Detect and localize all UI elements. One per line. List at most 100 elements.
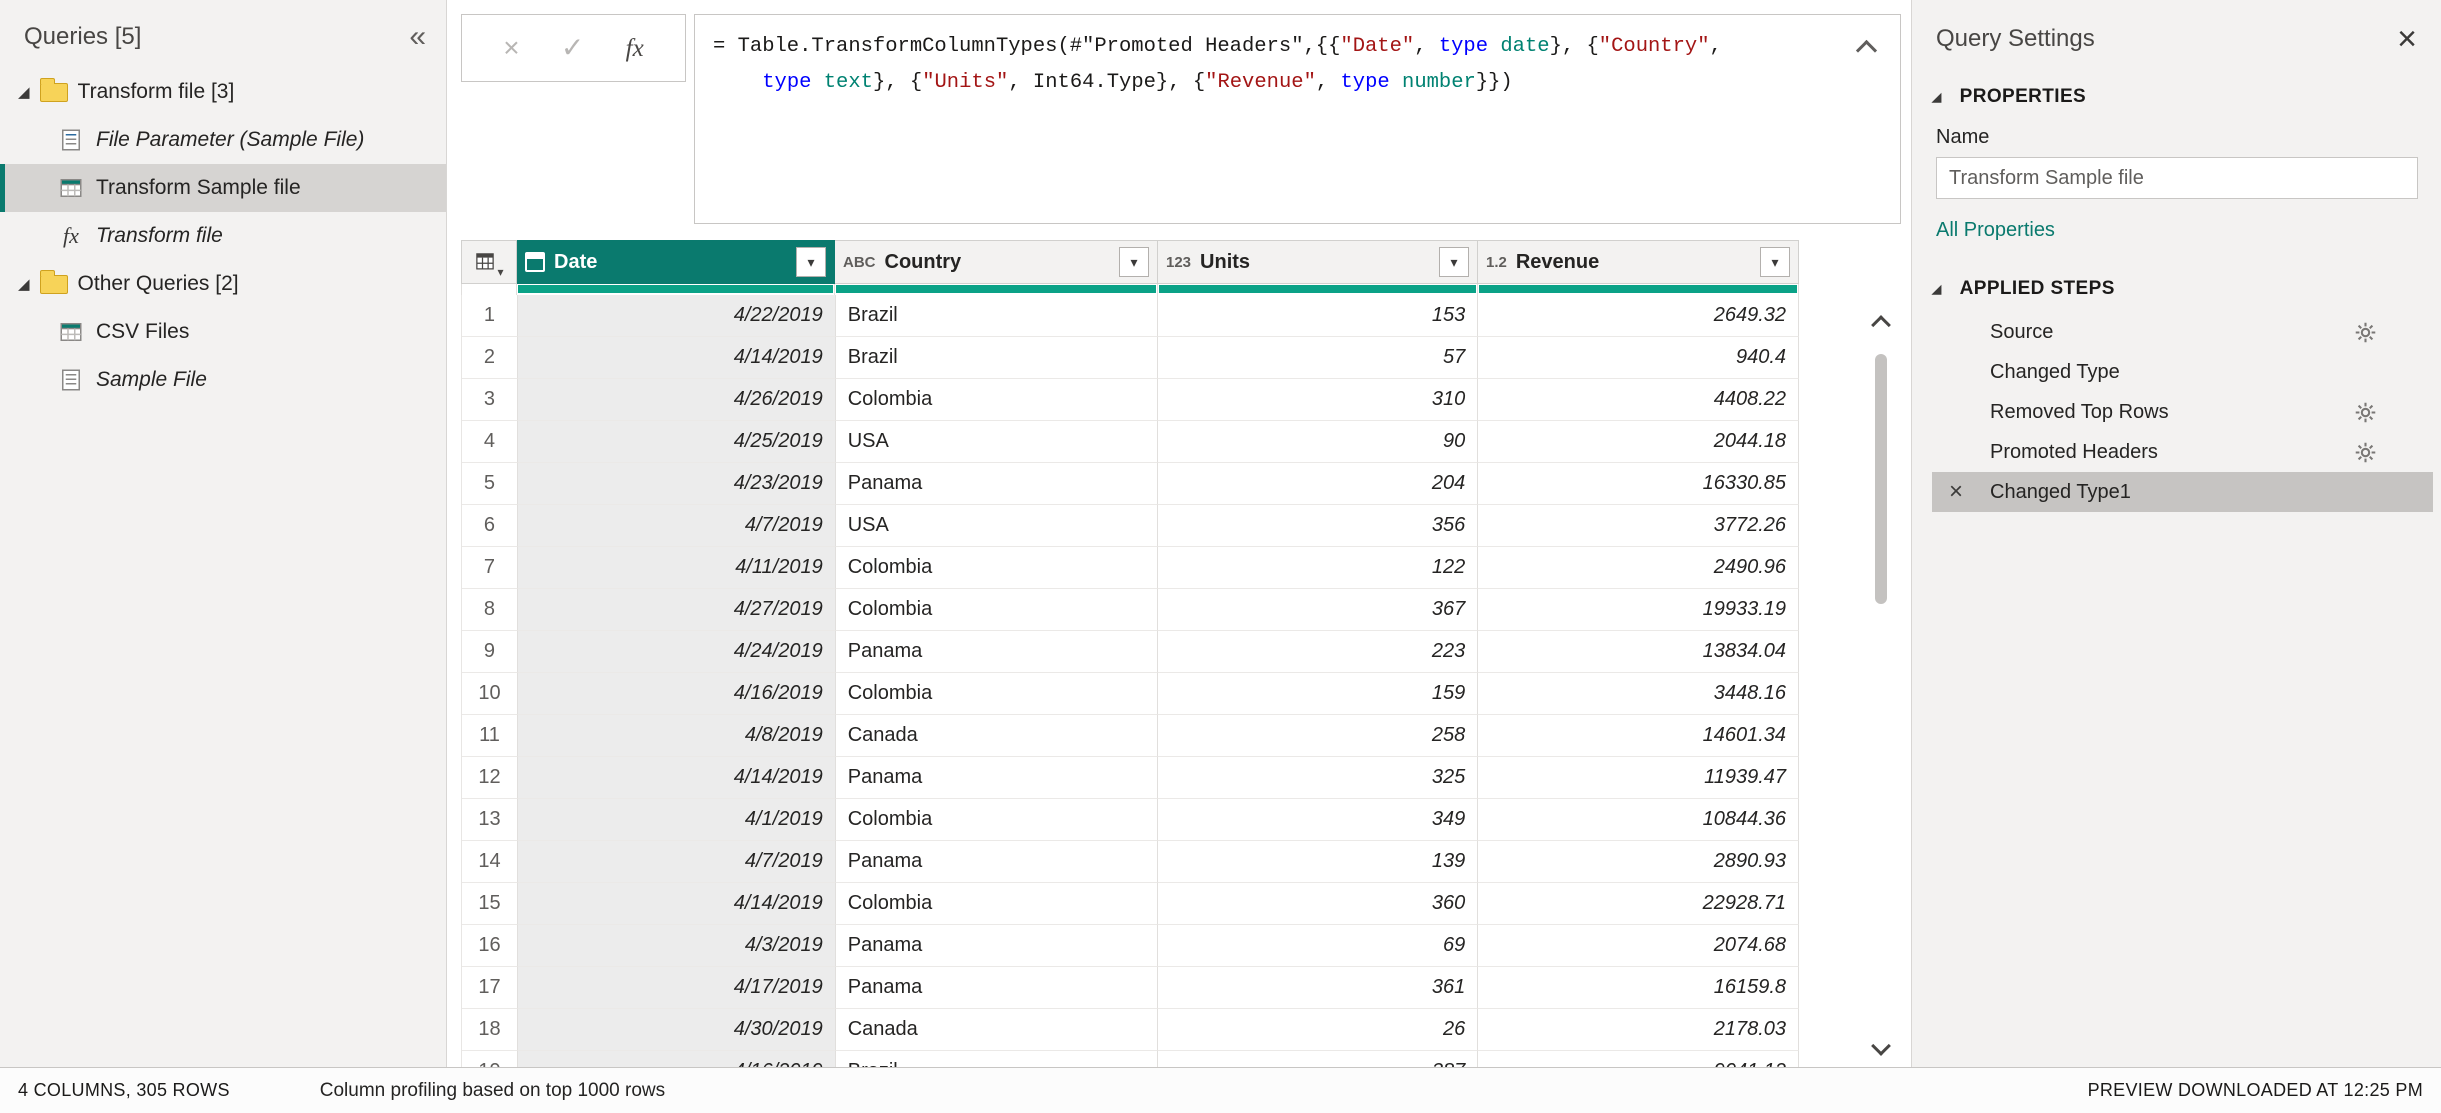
query-group-header[interactable]: ◢Other Queries [2] <box>0 260 446 308</box>
cell-date[interactable]: 4/17/2019 <box>518 967 836 1009</box>
row-number[interactable]: 5 <box>462 463 518 505</box>
applied-step[interactable]: Removed Top Rows <box>1932 392 2433 432</box>
cell-revenue[interactable]: 19933.19 <box>1478 589 1799 631</box>
cell-date[interactable]: 4/3/2019 <box>518 925 836 967</box>
column-header-country[interactable]: ABCCountry▾ <box>835 240 1158 284</box>
cell-date[interactable]: 4/25/2019 <box>518 421 836 463</box>
cell-units[interactable]: 310 <box>1158 379 1478 421</box>
row-number[interactable]: 6 <box>462 505 518 547</box>
cell-revenue[interactable]: 2890.93 <box>1478 841 1799 883</box>
cell-revenue[interactable]: 2178.03 <box>1478 1009 1799 1051</box>
cell-date[interactable]: 4/23/2019 <box>518 463 836 505</box>
applied-steps-section-header[interactable]: ◢ APPLIED STEPS <box>1912 266 2441 308</box>
row-number[interactable]: 13 <box>462 799 518 841</box>
cell-units[interactable]: 360 <box>1158 883 1478 925</box>
applied-step[interactable]: Promoted Headers <box>1932 432 2433 472</box>
cell-country[interactable]: Canada <box>836 1009 1159 1051</box>
cell-units[interactable]: 69 <box>1158 925 1478 967</box>
cell-revenue[interactable]: 3772.26 <box>1478 505 1799 547</box>
cell-revenue[interactable]: 2649.32 <box>1478 295 1799 337</box>
query-item[interactable]: Sample File <box>0 356 446 404</box>
cell-date[interactable]: 4/1/2019 <box>518 799 836 841</box>
formula-commit-button[interactable]: ✓ <box>561 34 584 62</box>
cell-country[interactable]: Colombia <box>836 547 1159 589</box>
row-number[interactable]: 17 <box>462 967 518 1009</box>
row-number[interactable]: 3 <box>462 379 518 421</box>
query-group-header[interactable]: ◢Transform file [3] <box>0 68 446 116</box>
cell-country[interactable]: Colombia <box>836 589 1159 631</box>
status-profiling-text[interactable]: Column profiling based on top 1000 rows <box>320 1080 665 1102</box>
cell-units[interactable]: 122 <box>1158 547 1478 589</box>
step-settings-gear-icon[interactable] <box>2354 441 2377 464</box>
row-number[interactable]: 11 <box>462 715 518 757</box>
collapse-pane-icon[interactable]: « <box>409 22 426 52</box>
query-item[interactable]: fxTransform file <box>0 212 446 260</box>
cell-revenue[interactable]: 2044.18 <box>1478 421 1799 463</box>
all-properties-link[interactable]: All Properties <box>1936 219 2055 242</box>
cell-date[interactable]: 4/14/2019 <box>518 883 836 925</box>
cell-date[interactable]: 4/30/2019 <box>518 1009 836 1051</box>
expand-collapse-icon[interactable]: ◢ <box>18 85 30 100</box>
cell-units[interactable]: 139 <box>1158 841 1478 883</box>
cell-country[interactable]: Brazil <box>836 1051 1159 1067</box>
cell-units[interactable]: 349 <box>1158 799 1478 841</box>
cell-country[interactable]: Panama <box>836 925 1159 967</box>
cell-units[interactable]: 367 <box>1158 589 1478 631</box>
step-settings-gear-icon[interactable] <box>2354 321 2377 344</box>
cell-revenue[interactable]: 11939.47 <box>1478 757 1799 799</box>
cell-units[interactable]: 204 <box>1158 463 1478 505</box>
formula-cancel-button[interactable]: × <box>503 34 519 62</box>
query-item[interactable]: File Parameter (Sample File) <box>0 116 446 164</box>
filter-dropdown-button[interactable]: ▾ <box>796 247 826 277</box>
scrollbar-thumb[interactable] <box>1875 354 1887 604</box>
row-number[interactable]: 4 <box>462 421 518 463</box>
applied-step[interactable]: Source <box>1932 312 2433 352</box>
query-item[interactable]: CSV Files <box>0 308 446 356</box>
formula-fx-button[interactable]: fx <box>626 36 644 61</box>
formula-text[interactable]: = Table.TransformColumnTypes(#"Promoted … <box>713 29 1830 101</box>
cell-date[interactable]: 4/7/2019 <box>518 505 836 547</box>
applied-step[interactable]: Changed Type <box>1932 352 2433 392</box>
cell-country[interactable]: USA <box>836 505 1159 547</box>
cell-date[interactable]: 4/8/2019 <box>518 715 836 757</box>
applied-step[interactable]: ×Changed Type1 <box>1932 472 2433 512</box>
cell-country[interactable]: Panama <box>836 631 1159 673</box>
cell-revenue[interactable]: 940.4 <box>1478 337 1799 379</box>
cell-units[interactable]: 57 <box>1158 337 1478 379</box>
cell-date[interactable]: 4/14/2019 <box>518 337 836 379</box>
column-header-date[interactable]: Date▾ <box>517 240 835 284</box>
vertical-scrollbar[interactable] <box>1861 240 1901 1067</box>
cell-country[interactable]: USA <box>836 421 1159 463</box>
row-number[interactable]: 9 <box>462 631 518 673</box>
formula-bar[interactable]: = Table.TransformColumnTypes(#"Promoted … <box>694 14 1901 224</box>
cell-revenue[interactable]: 14601.34 <box>1478 715 1799 757</box>
cell-units[interactable]: 356 <box>1158 505 1478 547</box>
row-number[interactable]: 7 <box>462 547 518 589</box>
step-settings-gear-icon[interactable] <box>2354 401 2377 424</box>
properties-section-header[interactable]: ◢ PROPERTIES <box>1912 74 2441 116</box>
cell-date[interactable]: 4/26/2019 <box>518 379 836 421</box>
cell-country[interactable]: Colombia <box>836 883 1159 925</box>
cell-revenue[interactable]: 10844.36 <box>1478 799 1799 841</box>
table-corner-menu-button[interactable]: ▾ <box>461 240 517 284</box>
cell-country[interactable]: Panama <box>836 757 1159 799</box>
cell-date[interactable]: 4/16/2019 <box>518 673 836 715</box>
query-item[interactable]: Transform Sample file <box>0 164 446 212</box>
cell-country[interactable]: Brazil <box>836 295 1159 337</box>
cell-units[interactable]: 26 <box>1158 1009 1478 1051</box>
cell-revenue[interactable]: 16330.85 <box>1478 463 1799 505</box>
row-number[interactable]: 14 <box>462 841 518 883</box>
query-name-input[interactable] <box>1936 157 2418 199</box>
cell-revenue[interactable]: 4408.22 <box>1478 379 1799 421</box>
cell-units[interactable]: 159 <box>1158 673 1478 715</box>
row-number[interactable]: 19 <box>462 1051 518 1067</box>
filter-dropdown-button[interactable]: ▾ <box>1760 247 1790 277</box>
cell-date[interactable]: 4/24/2019 <box>518 631 836 673</box>
cell-revenue[interactable]: 13834.04 <box>1478 631 1799 673</box>
row-number[interactable]: 15 <box>462 883 518 925</box>
cell-units[interactable]: 325 <box>1158 757 1478 799</box>
cell-date[interactable]: 4/16/2019 <box>518 1051 836 1067</box>
row-number[interactable]: 8 <box>462 589 518 631</box>
close-icon[interactable]: × <box>2397 22 2417 56</box>
cell-units[interactable]: 90 <box>1158 421 1478 463</box>
